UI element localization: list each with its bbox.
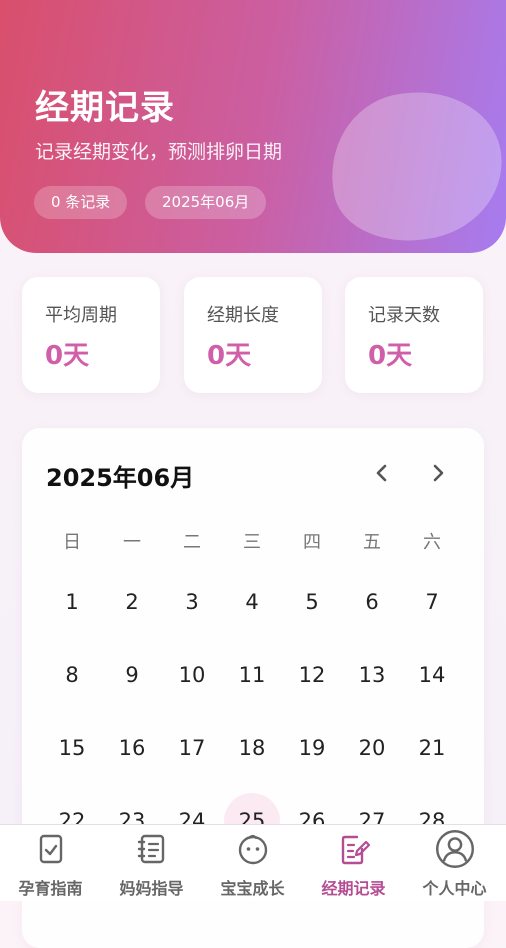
stat-card-average-cycle: 平均周期 0天 (22, 277, 160, 393)
calendar-day[interactable]: 12 (284, 647, 340, 703)
tab-label: 经期记录 (321, 879, 386, 898)
page-header: 经期记录 记录经期变化，预测排卵日期 0 条记录 2025年06月 (0, 0, 506, 253)
stat-label: 记录天数 (368, 305, 440, 326)
calendar-day[interactable]: 17 (164, 720, 220, 776)
calendar-day[interactable]: 19 (284, 720, 340, 776)
next-month-button[interactable] (426, 461, 450, 485)
stat-value: 0天 (207, 341, 252, 371)
calendar-day[interactable]: 4 (224, 574, 280, 630)
clipboard-check-icon (39, 834, 63, 864)
tab-label: 孕育指南 (18, 879, 83, 898)
weekday-header: 一 (123, 532, 141, 553)
calendar-day[interactable]: 3 (164, 574, 220, 630)
calendar-day[interactable]: 13 (344, 647, 400, 703)
calendar-day[interactable]: 8 (44, 647, 100, 703)
weekday-header: 日 (63, 532, 81, 553)
calendar-day[interactable]: 1 (44, 574, 100, 630)
tab-period-record[interactable]: 经期记录 (303, 825, 404, 901)
record-count-chip: 0 条记录 (34, 186, 128, 219)
calendar-day[interactable]: 11 (224, 647, 280, 703)
weekday-header: 四 (303, 532, 321, 553)
weekday-header: 二 (183, 532, 201, 553)
baby-face-icon (238, 834, 268, 865)
tab-profile[interactable]: 个人中心 (404, 825, 505, 901)
weekday-header: 五 (363, 532, 381, 553)
stat-value: 0天 (45, 341, 90, 371)
weekday-header: 三 (243, 532, 261, 553)
bottom-tab-bar: 孕育指南 妈妈指导 宝宝成长 经期记录 个人中心 (0, 824, 506, 901)
tab-mom-guide[interactable]: 妈妈指导 (101, 825, 202, 901)
page-title: 经期记录 (35, 88, 175, 128)
calendar-day[interactable]: 9 (104, 647, 160, 703)
tab-label: 宝宝成长 (220, 879, 285, 898)
stat-value: 0天 (368, 341, 413, 371)
weekday-header: 六 (423, 532, 441, 553)
calendar-day[interactable]: 2 (104, 574, 160, 630)
page-subtitle: 记录经期变化，预测排卵日期 (35, 141, 283, 163)
stat-label: 平均周期 (45, 305, 117, 326)
chevron-left-icon (376, 464, 387, 482)
calendar-day[interactable]: 5 (284, 574, 340, 630)
chevron-right-icon (433, 464, 444, 482)
stat-card-record-days: 记录天数 0天 (345, 277, 483, 393)
stat-card-period-length: 经期长度 0天 (184, 277, 322, 393)
calendar-day[interactable]: 18 (224, 720, 280, 776)
user-icon (436, 830, 474, 868)
calendar-month-title: 2025年06月 (46, 464, 195, 492)
calendar-day[interactable]: 6 (344, 574, 400, 630)
calendar-day[interactable]: 15 (44, 720, 100, 776)
tab-pregnancy-guide[interactable]: 孕育指南 (0, 825, 101, 901)
tab-label: 个人中心 (422, 879, 487, 898)
stat-label: 经期长度 (207, 305, 279, 326)
prev-month-button[interactable] (370, 461, 394, 485)
tab-label: 妈妈指导 (119, 879, 184, 898)
calendar-day[interactable]: 10 (164, 647, 220, 703)
calendar-day[interactable]: 21 (404, 720, 460, 776)
tab-baby-growth[interactable]: 宝宝成长 (202, 825, 303, 901)
month-chip: 2025年06月 (145, 186, 267, 219)
calendar-day[interactable]: 7 (404, 574, 460, 630)
decorative-blob (316, 75, 506, 253)
calendar-day[interactable]: 14 (404, 647, 460, 703)
calendar-day[interactable]: 16 (104, 720, 160, 776)
calendar-day[interactable]: 20 (344, 720, 400, 776)
edit-note-icon (341, 835, 371, 865)
notebook-icon (137, 834, 165, 864)
